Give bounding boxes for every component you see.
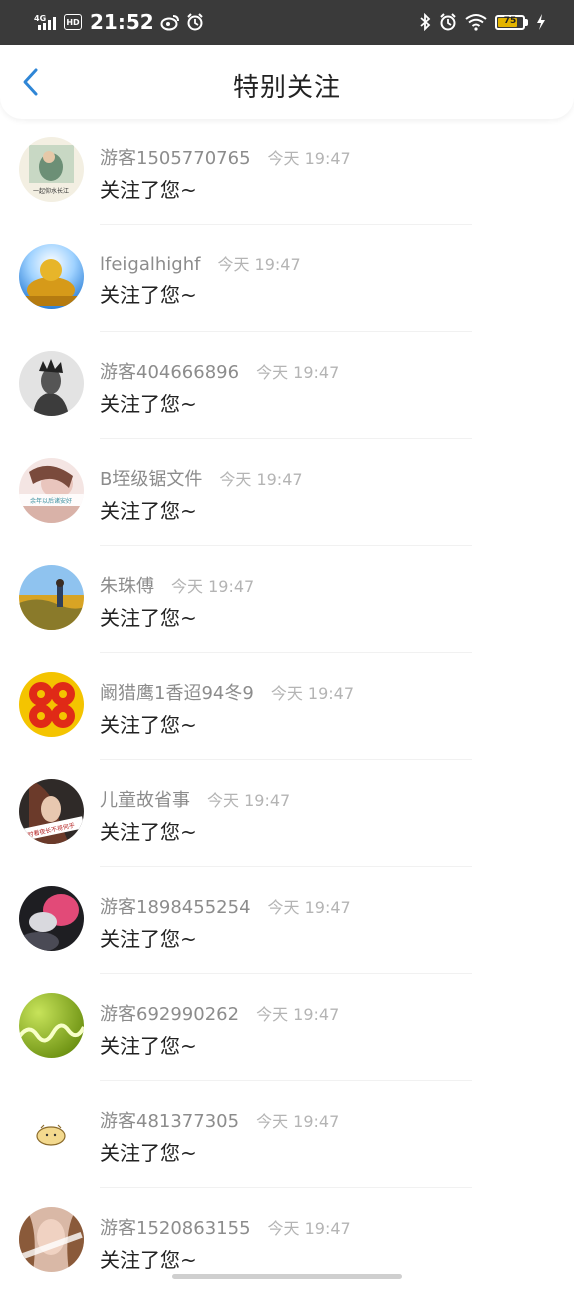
alarm-icon: [186, 13, 203, 31]
hd-badge: HD: [64, 14, 82, 30]
status-left: 4G HD 21:52: [34, 9, 204, 35]
avatar[interactable]: [19, 565, 84, 630]
avatar[interactable]: 一起仰水长江: [19, 137, 84, 202]
svg-text:4G: 4G: [34, 14, 46, 23]
list-item[interactable]: 游客481377305 今天 19:47 关注了您~: [0, 1081, 574, 1188]
message-text: 关注了您~: [100, 283, 197, 307]
bluetooth-icon: [420, 13, 431, 31]
list-item[interactable]: 一起仰水长江 游客1505770765 今天 19:47 关注了您~: [0, 118, 574, 225]
timestamp: 今天 19:47: [270, 684, 355, 703]
list-item[interactable]: 游客692990262 今天 19:47 关注了您~: [0, 974, 574, 1081]
timestamp: 今天 19:47: [267, 149, 351, 168]
message-text: 关注了您~: [100, 927, 197, 951]
status-time: 21:52: [90, 10, 154, 34]
timestamp: 今天 19:47: [256, 363, 340, 382]
wifi-icon: [465, 14, 487, 31]
charging-icon: [537, 14, 545, 30]
timestamp: 今天 19:47: [256, 1112, 340, 1131]
nav-header: 特别关注: [0, 45, 574, 119]
list-item[interactable]: 游客404666896 今天 19:47 关注了您~: [0, 332, 574, 439]
username[interactable]: 游客1898455254: [100, 893, 251, 919]
avatar[interactable]: [19, 244, 84, 309]
username[interactable]: 游客481377305: [100, 1107, 239, 1133]
message-text: 关注了您~: [100, 1034, 197, 1058]
svg-text:余年以后诸安好: 余年以后诸安好: [30, 497, 72, 505]
timestamp: 今天 19:47: [256, 1005, 340, 1024]
username[interactable]: B垤级锯文件: [100, 465, 202, 491]
page-title: 特别关注: [232, 73, 341, 103]
username[interactable]: 游客1520863155: [100, 1214, 251, 1240]
avatar[interactable]: [19, 351, 84, 416]
svg-text:一起仰水长江: 一起仰水长江: [33, 187, 69, 195]
username[interactable]: 阚猎鹰1香迢94冬9: [100, 679, 254, 705]
username[interactable]: 儿童故省事: [100, 786, 190, 812]
timestamp: 今天 19:47: [217, 255, 301, 274]
avatar[interactable]: [19, 1100, 84, 1165]
username[interactable]: 游客692990262: [100, 1000, 239, 1026]
timestamp: 今天 19:47: [171, 577, 255, 596]
list-item[interactable]: lfeigalhighf 今天 19:47 关注了您~: [0, 225, 574, 332]
list-item[interactable]: 时看夜长不将何乎 儿童故省事 今天 19:47 关注了您~: [0, 760, 574, 867]
special-follow-list: 一起仰水长江 游客1505770765 今天 19:47 关注了您~ lfeig…: [0, 118, 574, 1295]
status-bar: 4G HD 21:52 75: [0, 0, 574, 45]
list-item[interactable]: 朱珠傅 今天 19:47 关注了您~: [0, 546, 574, 653]
message-text: 关注了您~: [100, 606, 197, 630]
avatar[interactable]: [19, 672, 84, 737]
username[interactable]: 游客1505770765: [100, 144, 251, 170]
avatar[interactable]: [19, 1207, 84, 1272]
username[interactable]: 朱珠傅: [100, 572, 154, 598]
avatar[interactable]: 余年以后诸安好: [19, 458, 84, 523]
message-text: 关注了您~: [100, 499, 197, 523]
home-indicator[interactable]: [172, 1274, 402, 1279]
list-item[interactable]: 余年以后诸安好 B垤级锯文件 今天 19:47 关注了您~: [0, 439, 574, 546]
message-text: 关注了您~: [100, 178, 197, 202]
avatar[interactable]: 时看夜长不将何乎: [19, 779, 84, 844]
message-text: 关注了您~: [100, 713, 197, 737]
status-right: 75: [419, 9, 546, 35]
avatar[interactable]: [19, 993, 84, 1058]
username[interactable]: lfeigalhighf: [100, 254, 200, 275]
alarm-icon: [440, 13, 456, 31]
message-text: 关注了您~: [100, 1248, 197, 1272]
message-text: 关注了您~: [100, 392, 197, 416]
username[interactable]: 游客404666896: [100, 358, 239, 384]
timestamp: 今天 19:47: [267, 1219, 351, 1238]
timestamp: 今天 19:47: [267, 898, 351, 917]
battery-icon: 75: [495, 14, 525, 30]
avatar[interactable]: [19, 886, 84, 951]
signal-icon: 4G: [34, 14, 56, 30]
message-text: 关注了您~: [100, 1141, 197, 1165]
list-item[interactable]: 游客1898455254 今天 19:47 关注了您~: [0, 867, 574, 974]
timestamp: 今天 19:47: [207, 791, 291, 810]
timestamp: 今天 19:47: [219, 470, 303, 489]
list-item[interactable]: 阚猎鹰1香迢94冬9 今天 19:47 关注了您~: [0, 653, 574, 760]
message-text: 关注了您~: [100, 820, 197, 844]
weibo-icon: [160, 15, 179, 31]
